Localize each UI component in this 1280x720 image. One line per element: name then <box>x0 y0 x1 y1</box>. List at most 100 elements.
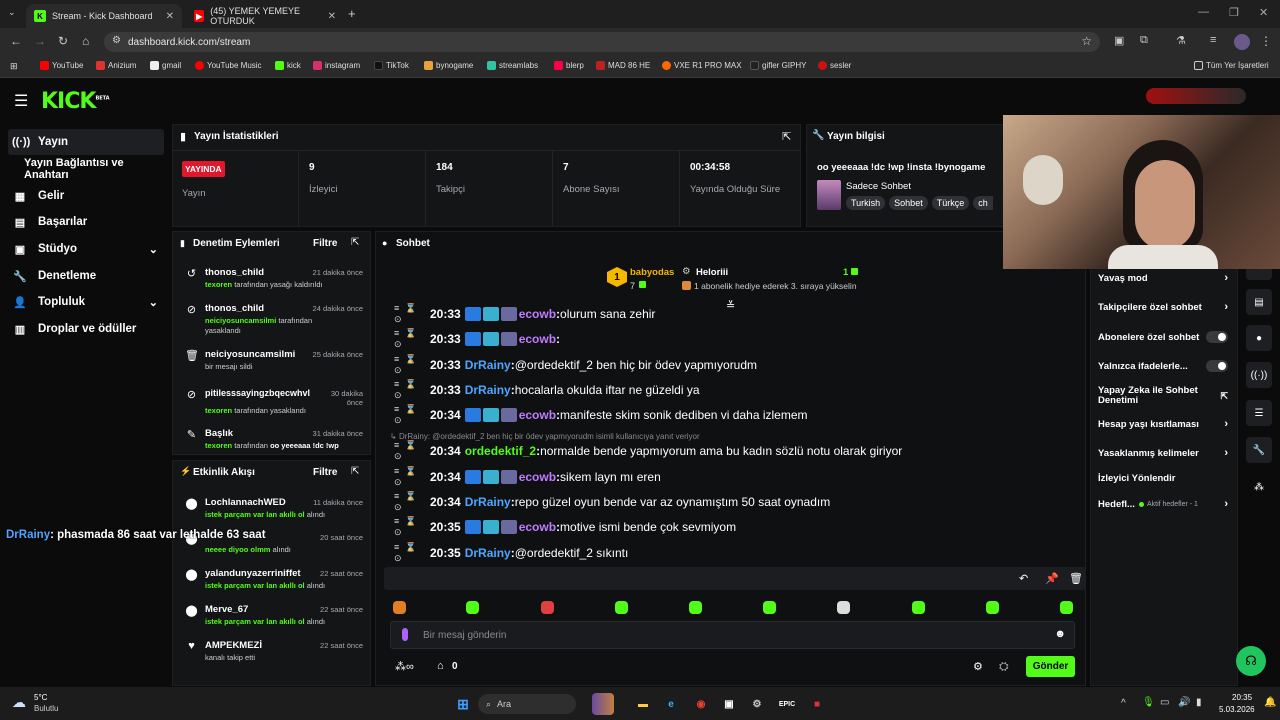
top-gifter-name[interactable]: babyodas <box>630 267 674 278</box>
url-field[interactable]: ⚙ dashboard.kick.com/stream ☆ <box>104 32 1100 52</box>
setting-followers-only[interactable]: Takipçilere özel sohbet › <box>1098 301 1228 313</box>
emote-icon[interactable] <box>1060 601 1073 614</box>
epic-games-icon[interactable]: EPIC <box>776 693 798 715</box>
message-mod-tools-icon[interactable]: ≡⌛⊙ <box>386 516 430 538</box>
bookmark-instagram[interactable]: instagram <box>313 61 360 70</box>
chrome-icon[interactable]: ◉ <box>690 693 712 715</box>
tab-kick-dashboard[interactable]: K Stream - Kick Dashboard ✕ <box>26 4 182 28</box>
sidebar-item-basarilar[interactable]: ▤ Başarılar <box>8 209 164 235</box>
tab-youtube[interactable]: ▶ (45) YEMEK YEMEYE OTURDUK ✕ <box>186 4 344 28</box>
minimize-icon[interactable]: — <box>1198 6 1209 18</box>
message-mod-tools-icon[interactable]: ≡⌛⊙ <box>386 354 430 376</box>
bookmark-tiktok[interactable]: TikTok <box>374 61 409 70</box>
mod-filter-button[interactable]: Filtre <box>313 238 337 249</box>
message-mod-tools-icon[interactable]: ≡⌛⊙ <box>386 328 430 350</box>
reply-icon[interactable]: ↶ <box>1019 572 1028 585</box>
message-username[interactable]: ecowb <box>519 520 556 534</box>
sidebar-item-stream-key[interactable]: Yayın Bağlantısı ve Anahtarı <box>8 156 164 182</box>
bookmark-gmail[interactable]: gmail <box>150 61 181 70</box>
rail-button[interactable]: ⁂ <box>1246 474 1272 500</box>
app-icon[interactable]: ■ <box>806 693 828 715</box>
widget-icon[interactable] <box>592 693 614 715</box>
bookmark-sesler[interactable]: sesler <box>818 61 851 70</box>
rail-button[interactable]: ☰ <box>1246 400 1272 426</box>
rail-button[interactable]: ▤ <box>1246 289 1272 315</box>
bot-icon[interactable]: ⛭ <box>999 659 1009 674</box>
bookmark-star-icon[interactable]: ☆ <box>1081 34 1092 48</box>
setting-banned-words[interactable]: Yasaklanmış kelimeler › <box>1098 447 1228 459</box>
chat-message[interactable]: ≡⌛⊙ 20:35 DrRainy: @ordedektif_2 sıkıntı <box>386 542 1086 564</box>
emoji-icon[interactable]: ☻ <box>1054 628 1066 640</box>
sidebar-item-topluluk[interactable]: 👤 Topluluk ⌄ <box>8 289 164 315</box>
store-icon[interactable]: ⌂ <box>437 660 444 672</box>
settings-icon[interactable]: ⚙ <box>973 660 983 673</box>
maximize-icon[interactable]: ❐ <box>1229 6 1239 19</box>
channel-points-icon[interactable]: ⁂∞ <box>395 660 414 673</box>
support-button[interactable]: ☊ <box>1236 646 1266 676</box>
rail-button[interactable]: ● <box>1246 325 1272 351</box>
bookmark-streamlabs[interactable]: streamlabs <box>487 61 538 70</box>
window-close-icon[interactable]: ✕ <box>1259 6 1268 19</box>
setting-goals[interactable]: Hedefl... Aktif hedefler - 1 › <box>1098 498 1228 510</box>
emote-icon[interactable] <box>393 601 406 614</box>
message-mod-tools-icon[interactable]: ≡⌛⊙ <box>386 303 430 325</box>
clock-time[interactable]: 20:35 <box>1232 693 1252 702</box>
new-tab-icon[interactable]: + <box>348 6 356 21</box>
notification-icon[interactable]: 🔔 <box>1264 697 1276 708</box>
chat-message[interactable]: ≡⌛⊙ 20:34 ecowb: sikem layn mı eren <box>386 466 1086 488</box>
tag[interactable]: Sohbet <box>889 196 928 210</box>
bookmark-bynogame[interactable]: bynogame <box>424 61 473 70</box>
message-username[interactable]: ecowb <box>519 408 556 422</box>
file-explorer-icon[interactable]: ▬ <box>632 693 654 715</box>
emote-icon[interactable] <box>466 601 479 614</box>
tag[interactable]: ch <box>973 196 993 210</box>
toggle-switch[interactable] <box>1206 360 1228 372</box>
message-username[interactable]: DrRainy <box>465 546 511 560</box>
chat-message[interactable]: ≡⌛⊙ 20:33 DrRainy: hocalarla okulda iftar … <box>386 379 1086 401</box>
close-tab-icon[interactable]: ✕ <box>328 11 336 22</box>
message-username[interactable]: ecowb <box>519 470 556 484</box>
chat-message[interactable]: ≡⌛⊙ 20:33 ecowb: olurum sana zehir <box>386 303 1086 325</box>
sidebar-item-studyo[interactable]: ▣ Stüdyo ⌄ <box>8 236 164 262</box>
send-button[interactable]: Gönder <box>1026 656 1075 677</box>
emote-icon[interactable] <box>986 601 999 614</box>
message-mod-tools-icon[interactable]: ≡⌛⊙ <box>386 542 430 564</box>
chat-message[interactable]: ≡⌛⊙ 20:33 DrRainy: @ordedektif_2 ben hiç b… <box>386 354 1086 376</box>
bookmark-mad86he[interactable]: MAD 86 HE <box>596 61 650 70</box>
message-mod-tools-icon[interactable]: ≡⌛⊙ <box>386 466 430 488</box>
message-mod-tools-icon[interactable]: ≡⌛⊙ <box>386 404 430 426</box>
site-info-icon[interactable]: ⚙ <box>112 35 121 46</box>
tray-chevron-icon[interactable]: ^ <box>1121 698 1126 709</box>
pin-icon[interactable]: 📌 <box>1045 572 1059 585</box>
edge-icon[interactable]: e <box>660 693 682 715</box>
apps-grid-icon[interactable]: ⊞ <box>10 61 18 72</box>
tab-list-icon[interactable]: ⌄ <box>8 7 16 18</box>
chat-message[interactable]: ≡⌛⊙ 20:35 ecowb: motive ismi bende çok sev… <box>386 516 1086 538</box>
reading-list-icon[interactable]: ≡ <box>1210 34 1216 46</box>
taskbar-search[interactable]: ⌕ Ara <box>478 694 576 714</box>
setting-account-age[interactable]: Hesap yaşı kısıtlaması › <box>1098 418 1228 430</box>
bookmark-anizium[interactable]: Anizium <box>96 61 136 70</box>
emote-icon[interactable] <box>763 601 776 614</box>
extensions-icon[interactable]: ⧉ <box>1140 34 1148 47</box>
sidebar-item-gelir[interactable]: ▦ Gelir <box>8 183 164 209</box>
steam-icon[interactable]: ⚙ <box>746 693 768 715</box>
volume-icon[interactable]: 🔊 <box>1178 697 1190 708</box>
rail-button[interactable]: ((·)) <box>1246 362 1272 388</box>
battery-icon[interactable]: ▮ <box>1196 697 1202 708</box>
sidebar-item-droplar[interactable]: ▥ Droplar ve ödüller <box>8 316 164 342</box>
browser-menu-icon[interactable]: ⋮ <box>1260 34 1272 48</box>
chat-input[interactable]: Bir mesaj gönderin ☻ <box>390 621 1075 649</box>
mic-tray-icon[interactable]: 🎙 <box>1142 697 1155 708</box>
popout-icon[interactable]: ⇱ <box>351 466 359 477</box>
chat-message[interactable]: ≡⌛⊙ 20:33 ecowb: <box>386 328 1086 350</box>
bookmark-kick[interactable]: kick <box>275 61 301 70</box>
store-icon[interactable]: ▣ <box>718 693 740 715</box>
forward-icon[interactable]: → <box>34 34 46 48</box>
mic-icon[interactable] <box>402 628 408 641</box>
close-tab-icon[interactable]: ✕ <box>166 11 174 22</box>
gift-event-name[interactable]: Heloriii <box>696 267 728 278</box>
emote-icon[interactable] <box>689 601 702 614</box>
message-username[interactable]: DrRainy <box>465 495 511 509</box>
profile-avatar[interactable] <box>1234 34 1250 50</box>
